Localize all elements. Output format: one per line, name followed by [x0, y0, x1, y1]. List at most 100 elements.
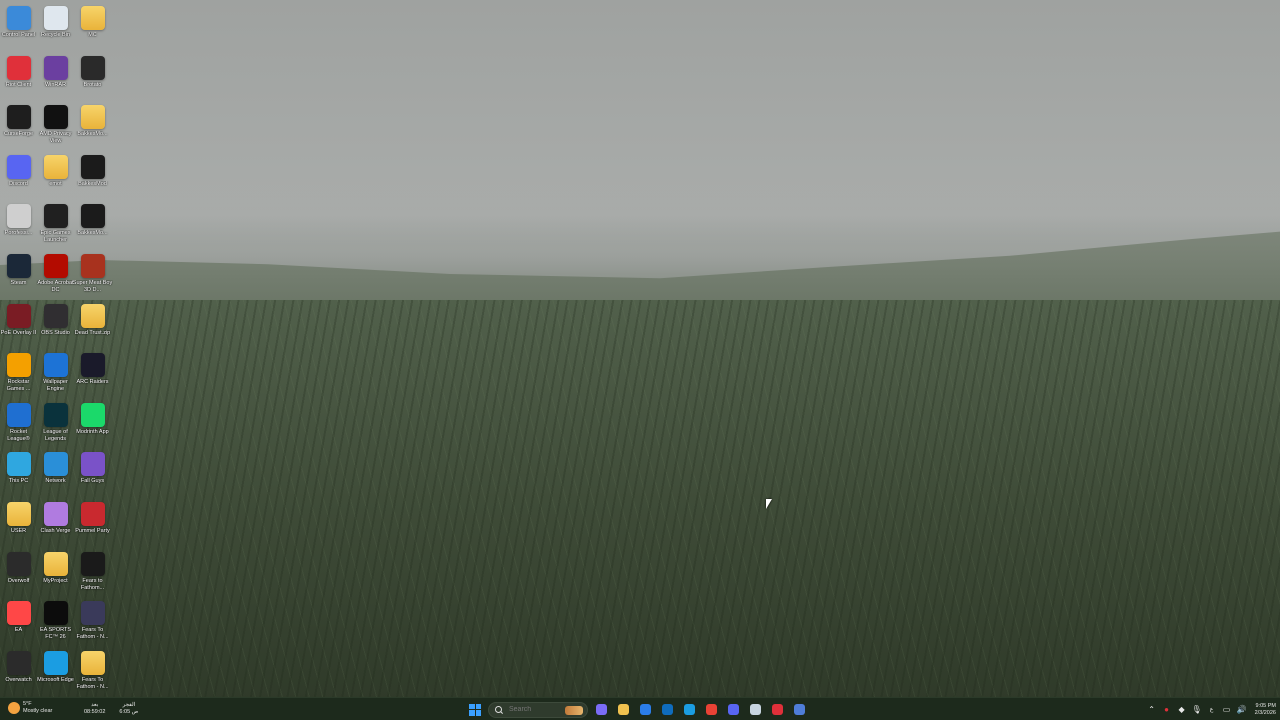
- desktop-icon-label: Steam: [10, 280, 27, 286]
- desktop-icon[interactable]: Wallpaper Engine: [37, 351, 74, 400]
- desktop-icon[interactable]: Network: [37, 450, 74, 499]
- bakkesmod-icon: [80, 154, 105, 179]
- desktop-icon[interactable]: Epic Games Launcher: [37, 202, 74, 251]
- desktop-icon-label: OBS Studio: [41, 329, 70, 336]
- desktop-icon[interactable]: BakkesMod: [74, 153, 111, 202]
- taskbar-app-button[interactable]: [768, 701, 786, 719]
- desktop-icon-label: Dead Trust.zip: [74, 329, 111, 336]
- prayer-time: 08:59:02: [84, 708, 106, 715]
- desktop-icon[interactable]: MyProject: [37, 550, 74, 599]
- desktop-icon[interactable]: Control Panel: [0, 4, 37, 53]
- taskbar-clock[interactable]: 9:05 PM 2/3/2026: [1255, 703, 1276, 717]
- desktop-icon-label: Microsoft Edge: [37, 676, 74, 683]
- desktop-icon[interactable]: AMD Privacy View: [37, 103, 74, 152]
- riot-client-icon: [771, 704, 783, 715]
- desktop-icon[interactable]: Porofessi...: [0, 202, 37, 251]
- language-icon[interactable]: ع: [1207, 705, 1217, 715]
- desktop-icon[interactable]: Fears To Fathom - N...: [74, 599, 111, 648]
- desktop-icon-label: Network: [45, 478, 66, 485]
- desktop-icon[interactable]: League of Legends: [37, 401, 74, 450]
- system-tray: ⌃ ● ◆ 🎙 ع ▭ 🔊 9:05 PM 2/3/2026: [1147, 700, 1276, 719]
- clock-time: 9:05 PM: [1255, 702, 1276, 709]
- desktop-icon-label: PoE Overlay II: [0, 329, 37, 336]
- desktop-icon[interactable]: Recycle Bin: [37, 4, 74, 53]
- taskbar-search[interactable]: [488, 701, 588, 718]
- poe-overlay-icon: [6, 303, 31, 328]
- desktop-icon[interactable]: Clash Verge: [37, 500, 74, 549]
- desktop-icon-label: EA: [14, 627, 23, 634]
- microsoft-store-icon: [639, 704, 651, 715]
- folder-icon: [6, 502, 31, 526]
- modrinth-icon: [80, 402, 105, 427]
- prayer-times-widget[interactable]: بعد 08:59:02 الفجر 6:05 ص: [84, 702, 138, 715]
- taskbar-app-button[interactable]: [680, 701, 698, 719]
- desktop-icon-label: Porofessi...: [4, 230, 33, 237]
- desktop-icon-label: Modrinth App: [76, 428, 109, 435]
- this-pc-icon: [6, 452, 31, 477]
- windows-logo-icon: [469, 703, 481, 716]
- desktop-icon[interactable]: PoE Overlay II: [0, 302, 37, 351]
- desktop-icon[interactable]: Brotato: [74, 54, 111, 103]
- desktop-icon[interactable]: Overwatch: [0, 649, 37, 698]
- desktop-icon[interactable]: MC: [74, 4, 111, 53]
- desktop-icon[interactable]: Fall Guys: [74, 450, 111, 499]
- taskbar-app-button[interactable]: [746, 701, 764, 719]
- desktop-icon[interactable]: emot: [37, 153, 74, 202]
- weather-widget[interactable]: 5°F Mostly clear: [8, 701, 52, 714]
- desktop-icon[interactable]: Microsoft Edge: [37, 649, 74, 698]
- desktop-icon[interactable]: Adobe Acrobat DC: [37, 252, 74, 301]
- desktop-icon[interactable]: Discord: [0, 153, 37, 202]
- search-input[interactable]: [507, 705, 569, 714]
- taskbar-app-button[interactable]: [592, 701, 610, 719]
- display-icon[interactable]: ▭: [1222, 705, 1232, 715]
- desktop-icon[interactable]: Riot Client: [0, 54, 37, 103]
- desktop-icon[interactable]: Rocket League®: [0, 401, 37, 450]
- desktop-icon[interactable]: Super Meat Boy 3D D...: [73, 252, 112, 301]
- desktop-icon[interactable]: CurseForge: [0, 103, 37, 152]
- pummel-party-icon: [80, 502, 105, 526]
- taskbar-app-button[interactable]: [614, 701, 632, 719]
- desktop-icon[interactable]: Overwolf: [0, 550, 37, 599]
- desktop-icon[interactable]: Modrinth App: [74, 401, 111, 450]
- edge-icon: [683, 704, 695, 715]
- taskbar-app-button[interactable]: [790, 701, 808, 719]
- desktop-icon[interactable]: OBS Studio: [37, 302, 74, 351]
- file-explorer-icon: [617, 704, 629, 715]
- taskbar-app-button[interactable]: [658, 701, 676, 719]
- microphone-icon[interactable]: 🎙: [1192, 705, 1202, 715]
- arc-raiders-icon: [80, 353, 105, 378]
- desktop-icon[interactable]: BakkesMo...: [74, 103, 111, 152]
- desktop-icon[interactable]: Pummel Party: [74, 500, 111, 549]
- desktop-icon[interactable]: This PC: [0, 450, 37, 499]
- desktop-icon[interactable]: EA SPORTS FC™ 26: [37, 599, 74, 648]
- start-button[interactable]: [466, 701, 484, 719]
- desktop-icon[interactable]: Steam: [0, 252, 37, 301]
- chevron-up-icon[interactable]: ⌃: [1147, 705, 1157, 715]
- desktop-icon[interactable]: Fears To Fathom - N...: [74, 649, 111, 698]
- bakkesmod-icon: [80, 204, 105, 229]
- desktop-icon[interactable]: USER: [0, 500, 37, 549]
- rocket-league-icon: [6, 402, 31, 427]
- tray-app-icon[interactable]: ●: [1162, 705, 1172, 715]
- weather-condition: Mostly clear: [23, 707, 53, 714]
- desktop-icon-label: Fall Guys: [80, 478, 105, 485]
- taskbar-center: [466, 700, 808, 719]
- desktop-icon[interactable]: Fears to Fathom...: [74, 550, 111, 599]
- volume-icon[interactable]: 🔊: [1237, 705, 1247, 715]
- desktop-icon[interactable]: Rockstar Games ...: [0, 351, 37, 400]
- chrome-icon: [705, 704, 717, 715]
- desktop-icon[interactable]: BakkesMo...: [74, 202, 111, 251]
- desktop-icon-label: BakkesMo...: [77, 230, 108, 237]
- desktop-icon[interactable]: EA: [0, 599, 37, 648]
- taskbar-app-button[interactable]: [702, 701, 720, 719]
- copilot-icon: [595, 704, 607, 715]
- desktop-icon[interactable]: Dead Trust.zip: [74, 302, 111, 351]
- app-icon: [793, 704, 805, 715]
- taskbar-app-button[interactable]: [636, 701, 654, 719]
- taskbar-app-button[interactable]: [724, 701, 742, 719]
- shield-icon[interactable]: ◆: [1177, 705, 1187, 715]
- desktop-icon[interactable]: WinRAR: [37, 54, 74, 103]
- desktop-icon[interactable]: ARC Raiders: [74, 351, 111, 400]
- ea-sports-fc-icon: [43, 601, 68, 626]
- desktop-icon-label: This PC: [8, 478, 29, 485]
